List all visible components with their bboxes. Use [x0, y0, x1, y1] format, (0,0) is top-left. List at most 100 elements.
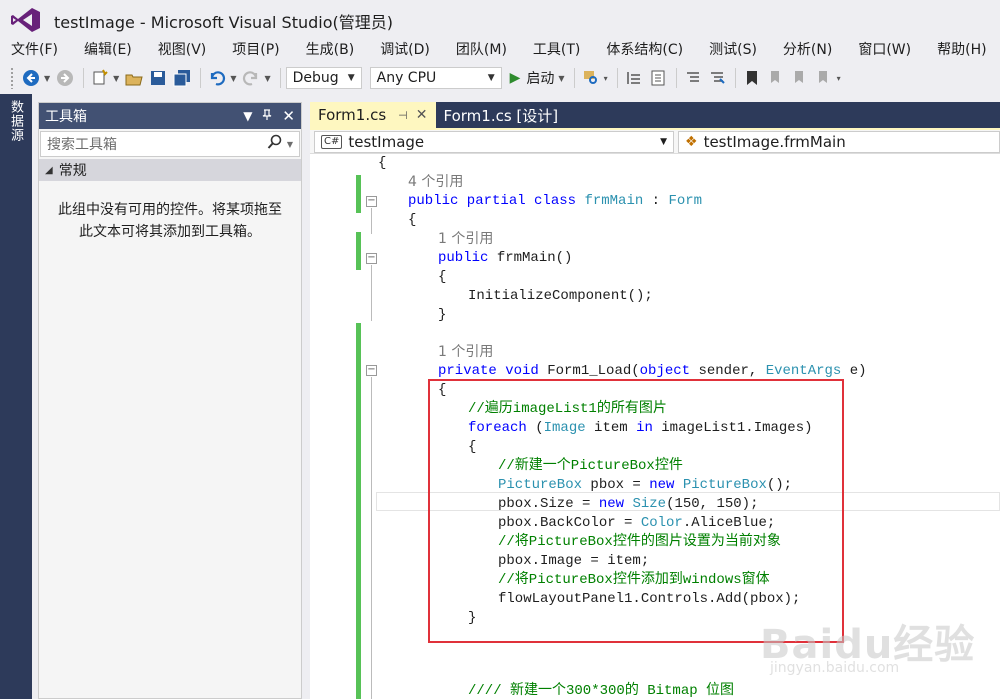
- project-dropdown-value: testImage: [348, 133, 425, 151]
- uncomment-lines-icon[interactable]: [706, 67, 728, 89]
- menu-project[interactable]: 项目(P): [225, 38, 286, 62]
- new-project-dropdown-icon[interactable]: ▼: [113, 74, 119, 83]
- previous-bookmark-icon[interactable]: [765, 67, 787, 89]
- chevron-down-icon: ▼: [660, 137, 667, 147]
- overflow-dropdown-icon[interactable]: ▾: [604, 74, 608, 83]
- standard-toolbar: ▼ ▼ ▼ ▼ Debug ▼ Any CPU ▼ ▶ 启动 ▼ ▾ ▾: [0, 62, 1000, 94]
- toolbar-separator: [675, 68, 677, 88]
- chevron-down-icon: ▼: [487, 73, 495, 83]
- clear-bookmarks-icon[interactable]: [813, 67, 835, 89]
- close-icon[interactable]: ✕: [282, 107, 295, 125]
- menu-tools[interactable]: 工具(T): [526, 38, 587, 62]
- code-line: {: [468, 439, 477, 455]
- code-line: //将PictureBox控件的图片设置为当前对象: [498, 534, 781, 550]
- pin-icon[interactable]: ⊣: [398, 109, 408, 122]
- toolbox-search-input[interactable]: 搜索工具箱 ▼: [40, 131, 300, 157]
- menu-analyze[interactable]: 分析(N): [776, 38, 839, 62]
- data-sources-tab[interactable]: 数据源: [7, 100, 25, 142]
- menu-debug[interactable]: 调试(D): [373, 38, 437, 62]
- change-indicator: [356, 232, 361, 270]
- code-line: foreach (Image item in imageList1.Images…: [468, 420, 813, 436]
- collapse-icon[interactable]: −: [366, 253, 377, 264]
- menu-test[interactable]: 测试(S): [702, 38, 764, 62]
- pin-icon[interactable]: [262, 108, 272, 124]
- collapse-triangle-icon: ◢: [45, 164, 53, 176]
- toolbox-empty-line-1: 此组中没有可用的控件。将某项拖至: [58, 202, 282, 218]
- toolbar-grip[interactable]: [10, 67, 14, 89]
- tab-form1-cs[interactable]: Form1.cs ⊣ ✕: [310, 102, 436, 128]
- change-indicator: [356, 175, 361, 213]
- change-indicator: [356, 323, 361, 699]
- toolbar-overflow-icon[interactable]: ▾: [837, 74, 841, 83]
- side-tab-strip: 数据源: [0, 94, 32, 699]
- next-bookmark-icon[interactable]: [789, 67, 811, 89]
- close-icon[interactable]: ✕: [416, 107, 428, 123]
- tab-label: Form1.cs [设计]: [443, 106, 559, 125]
- forward-icon[interactable]: [54, 67, 76, 89]
- menu-team[interactable]: 团队(M): [449, 38, 514, 62]
- window-position-dropdown-icon[interactable]: ▼: [243, 109, 252, 123]
- code-line: public frmMain(): [438, 250, 573, 266]
- menu-architecture[interactable]: 体系结构(C): [599, 38, 690, 62]
- step-into-icon[interactable]: [623, 67, 645, 89]
- back-dropdown-icon[interactable]: ▼: [44, 74, 50, 83]
- new-project-icon[interactable]: [89, 67, 111, 89]
- code-line: InitializeComponent();: [468, 288, 653, 304]
- collapse-icon[interactable]: −: [366, 365, 377, 376]
- menu-view[interactable]: 视图(V): [151, 38, 214, 62]
- toolbar-separator: [616, 68, 618, 88]
- back-icon[interactable]: [20, 67, 42, 89]
- toolbox-header-controls: ▼ ✕: [243, 107, 301, 125]
- search-icon[interactable]: [267, 134, 283, 154]
- menu-file[interactable]: 文件(F): [4, 38, 65, 62]
- code-line: {: [438, 269, 447, 285]
- navigation-bar: C# testImage ▼ ❖ testImage.frmMain: [310, 130, 1000, 154]
- solution-platform-dropdown[interactable]: Any CPU ▼: [369, 67, 502, 89]
- collapse-icon[interactable]: −: [366, 196, 377, 207]
- solution-platform-value: Any CPU: [376, 70, 437, 86]
- type-dropdown[interactable]: ❖ testImage.frmMain: [678, 131, 1000, 153]
- play-icon: ▶: [509, 70, 521, 86]
- start-debugging-button[interactable]: ▶ 启动: [510, 68, 555, 88]
- bookmark-icon[interactable]: [741, 67, 763, 89]
- redo-dropdown-icon[interactable]: ▼: [264, 74, 270, 83]
- reference-count[interactable]: 1 个引用: [438, 344, 493, 360]
- project-dropdown[interactable]: C# testImage ▼: [314, 131, 674, 153]
- menu-edit[interactable]: 编辑(E): [77, 38, 139, 62]
- step-over-icon[interactable]: [647, 67, 669, 89]
- reference-count[interactable]: 4 个引用: [408, 174, 463, 190]
- open-file-icon[interactable]: [123, 67, 145, 89]
- code-line: 1 个引用: [438, 343, 493, 362]
- toolbox-empty-message: 此组中没有可用的控件。将某项拖至 此文本可将其添加到工具箱。: [39, 181, 301, 243]
- code-line: flowLayoutPanel1.Controls.Add(pbox);: [498, 591, 801, 607]
- toolbox-panel: 工具箱 ▼ ✕ 搜索工具箱 ▼ ◢ 常规 此组中没有可用的控件。将某项拖至 此文…: [38, 102, 302, 699]
- code-line: {: [408, 212, 417, 228]
- toolbar-separator: [200, 68, 202, 88]
- window-title: testImage - Microsoft Visual Studio(管理员): [54, 13, 393, 32]
- start-dropdown-icon[interactable]: ▼: [558, 74, 564, 83]
- save-all-icon[interactable]: [171, 67, 193, 89]
- code-line: //// 新建一个300*300的 Bitmap 位图: [468, 683, 735, 699]
- solution-configuration-value: Debug: [292, 70, 339, 86]
- tab-form1-designer[interactable]: Form1.cs [设计]: [436, 102, 567, 128]
- code-line: 4 个引用: [408, 173, 463, 192]
- toolbar-separator: [279, 68, 281, 88]
- watermark-url: jingyan.baidu.com: [770, 660, 900, 676]
- solution-configuration-dropdown[interactable]: Debug ▼: [285, 67, 362, 89]
- redo-icon[interactable]: [240, 67, 262, 89]
- reference-count[interactable]: 1 个引用: [438, 231, 493, 247]
- undo-icon[interactable]: [206, 67, 228, 89]
- toolbox-group-general[interactable]: ◢ 常规: [39, 159, 301, 181]
- menu-build[interactable]: 生成(B): [299, 38, 362, 62]
- code-line: }: [438, 307, 447, 323]
- toolbox-empty-line-2: 此文本可将其添加到工具箱。: [79, 224, 261, 240]
- comment-lines-icon[interactable]: [682, 67, 704, 89]
- menu-help[interactable]: 帮助(H): [930, 38, 993, 62]
- find-in-files-icon[interactable]: [580, 67, 602, 89]
- undo-dropdown-icon[interactable]: ▼: [230, 74, 236, 83]
- search-options-dropdown-icon[interactable]: ▼: [287, 140, 293, 149]
- save-icon[interactable]: [147, 67, 169, 89]
- title-bar: testImage - Microsoft Visual Studio(管理员): [0, 0, 1000, 38]
- menu-window[interactable]: 窗口(W): [851, 38, 918, 62]
- code-line: pbox.Size = new Size(150, 150);: [498, 496, 759, 512]
